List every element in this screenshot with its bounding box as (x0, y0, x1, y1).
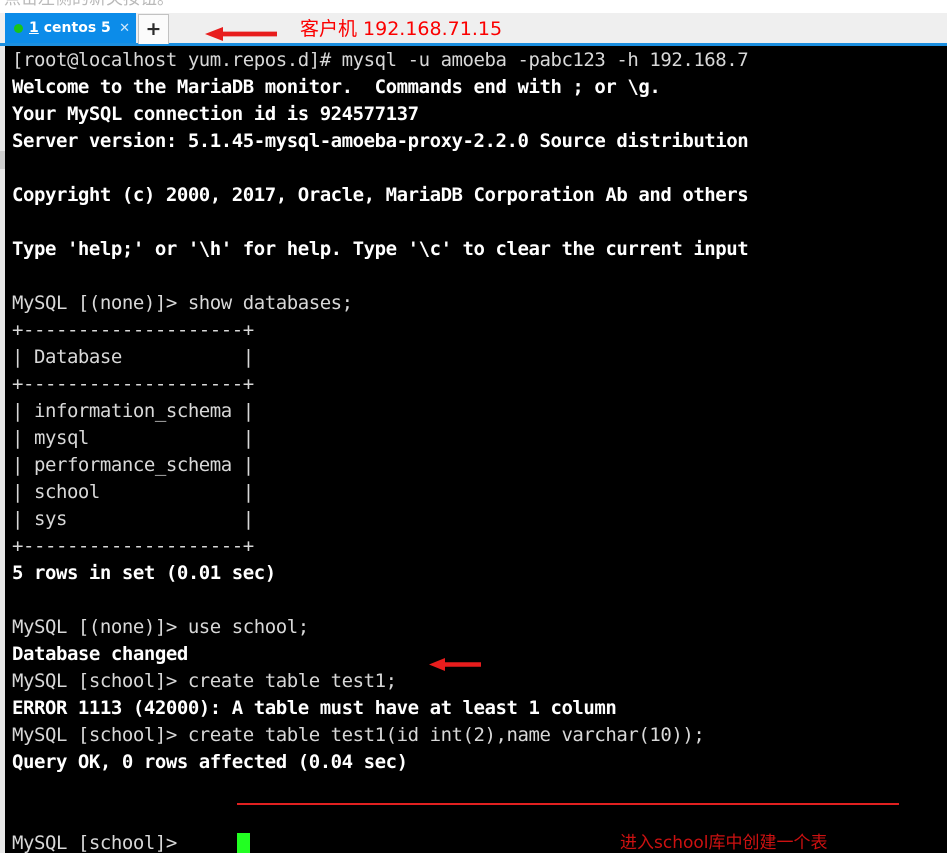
terminal-line: Type 'help;' or '\h' for help. Type '\c'… (12, 238, 749, 260)
terminal-line: +--------------------+ (12, 319, 254, 341)
terminal-line: MySQL [school]> (12, 832, 188, 853)
terminal-window: MySQL [school]> Query OK, 0 rows affecte… (0, 46, 947, 853)
tab-index-label: 1 (29, 20, 39, 36)
terminal-line: Your MySQL connection id is 924577137 (12, 103, 419, 125)
terminal-line: | Database | (12, 346, 254, 368)
terminal-line: Database changed (12, 643, 188, 665)
terminal-line: [root@localhost yum.repos.d]# mysql -u a… (12, 49, 749, 71)
terminal-line: Server version: 5.1.45-mysql-amoeba-prox… (12, 130, 749, 152)
connection-status-dot-icon (14, 23, 23, 33)
terminal-line: MySQL [(none)]> show databases; (12, 292, 353, 314)
terminal-line: | performance_schema | (12, 454, 254, 476)
left-arrow-icon (205, 27, 277, 41)
terminal-line: MySQL [school]> create table test1; (12, 670, 397, 692)
terminal-line: | school | (12, 481, 254, 503)
left-arrow-icon (429, 658, 481, 671)
terminal-line: Copyright (c) 2000, 2017, Oracle, MariaD… (12, 184, 749, 206)
terminal-line: | mysql | (12, 427, 254, 449)
terminal-output-area[interactable]: MySQL [school]> Query OK, 0 rows affecte… (5, 46, 947, 853)
terminal-line: | information_schema | (12, 400, 254, 422)
terminal-line: MySQL [(none)]> use school; (12, 616, 309, 638)
terminal-line: 5 rows in set (0.01 sec) (12, 562, 276, 584)
tab-title-label: centos 5 (43, 20, 111, 36)
command-underline-highlight (237, 803, 899, 805)
new-tab-button[interactable]: + (138, 14, 169, 44)
cut-off-note: 点击左侧的新关按钮。 (4, 0, 174, 9)
terminal-line: Query OK, 0 rows affected (0.04 sec) (12, 751, 408, 773)
terminal-line: Welcome to the MariaDB monitor. Commands… (12, 76, 661, 98)
tab-centos-5[interactable]: 1 centos 5 ✕ (5, 13, 136, 43)
terminal-cursor (237, 833, 251, 853)
terminal-line: +--------------------+ (12, 535, 254, 557)
terminal-line: MySQL [school]> create table test1(id in… (12, 724, 705, 746)
terminal-line: +--------------------+ (12, 373, 254, 395)
annotation-client-ip: 客户机 192.168.71.15 (300, 18, 503, 40)
annotation-create-table-note: 进入school库中创建一个表 (620, 833, 828, 853)
close-icon[interactable]: ✕ (119, 22, 130, 35)
page-top-cut-text-strip: 点击左侧的新关按钮。 (0, 0, 947, 13)
terminal-line: | sys | (12, 508, 254, 530)
terminal-line: ERROR 1113 (42000): A table must have at… (12, 697, 617, 719)
